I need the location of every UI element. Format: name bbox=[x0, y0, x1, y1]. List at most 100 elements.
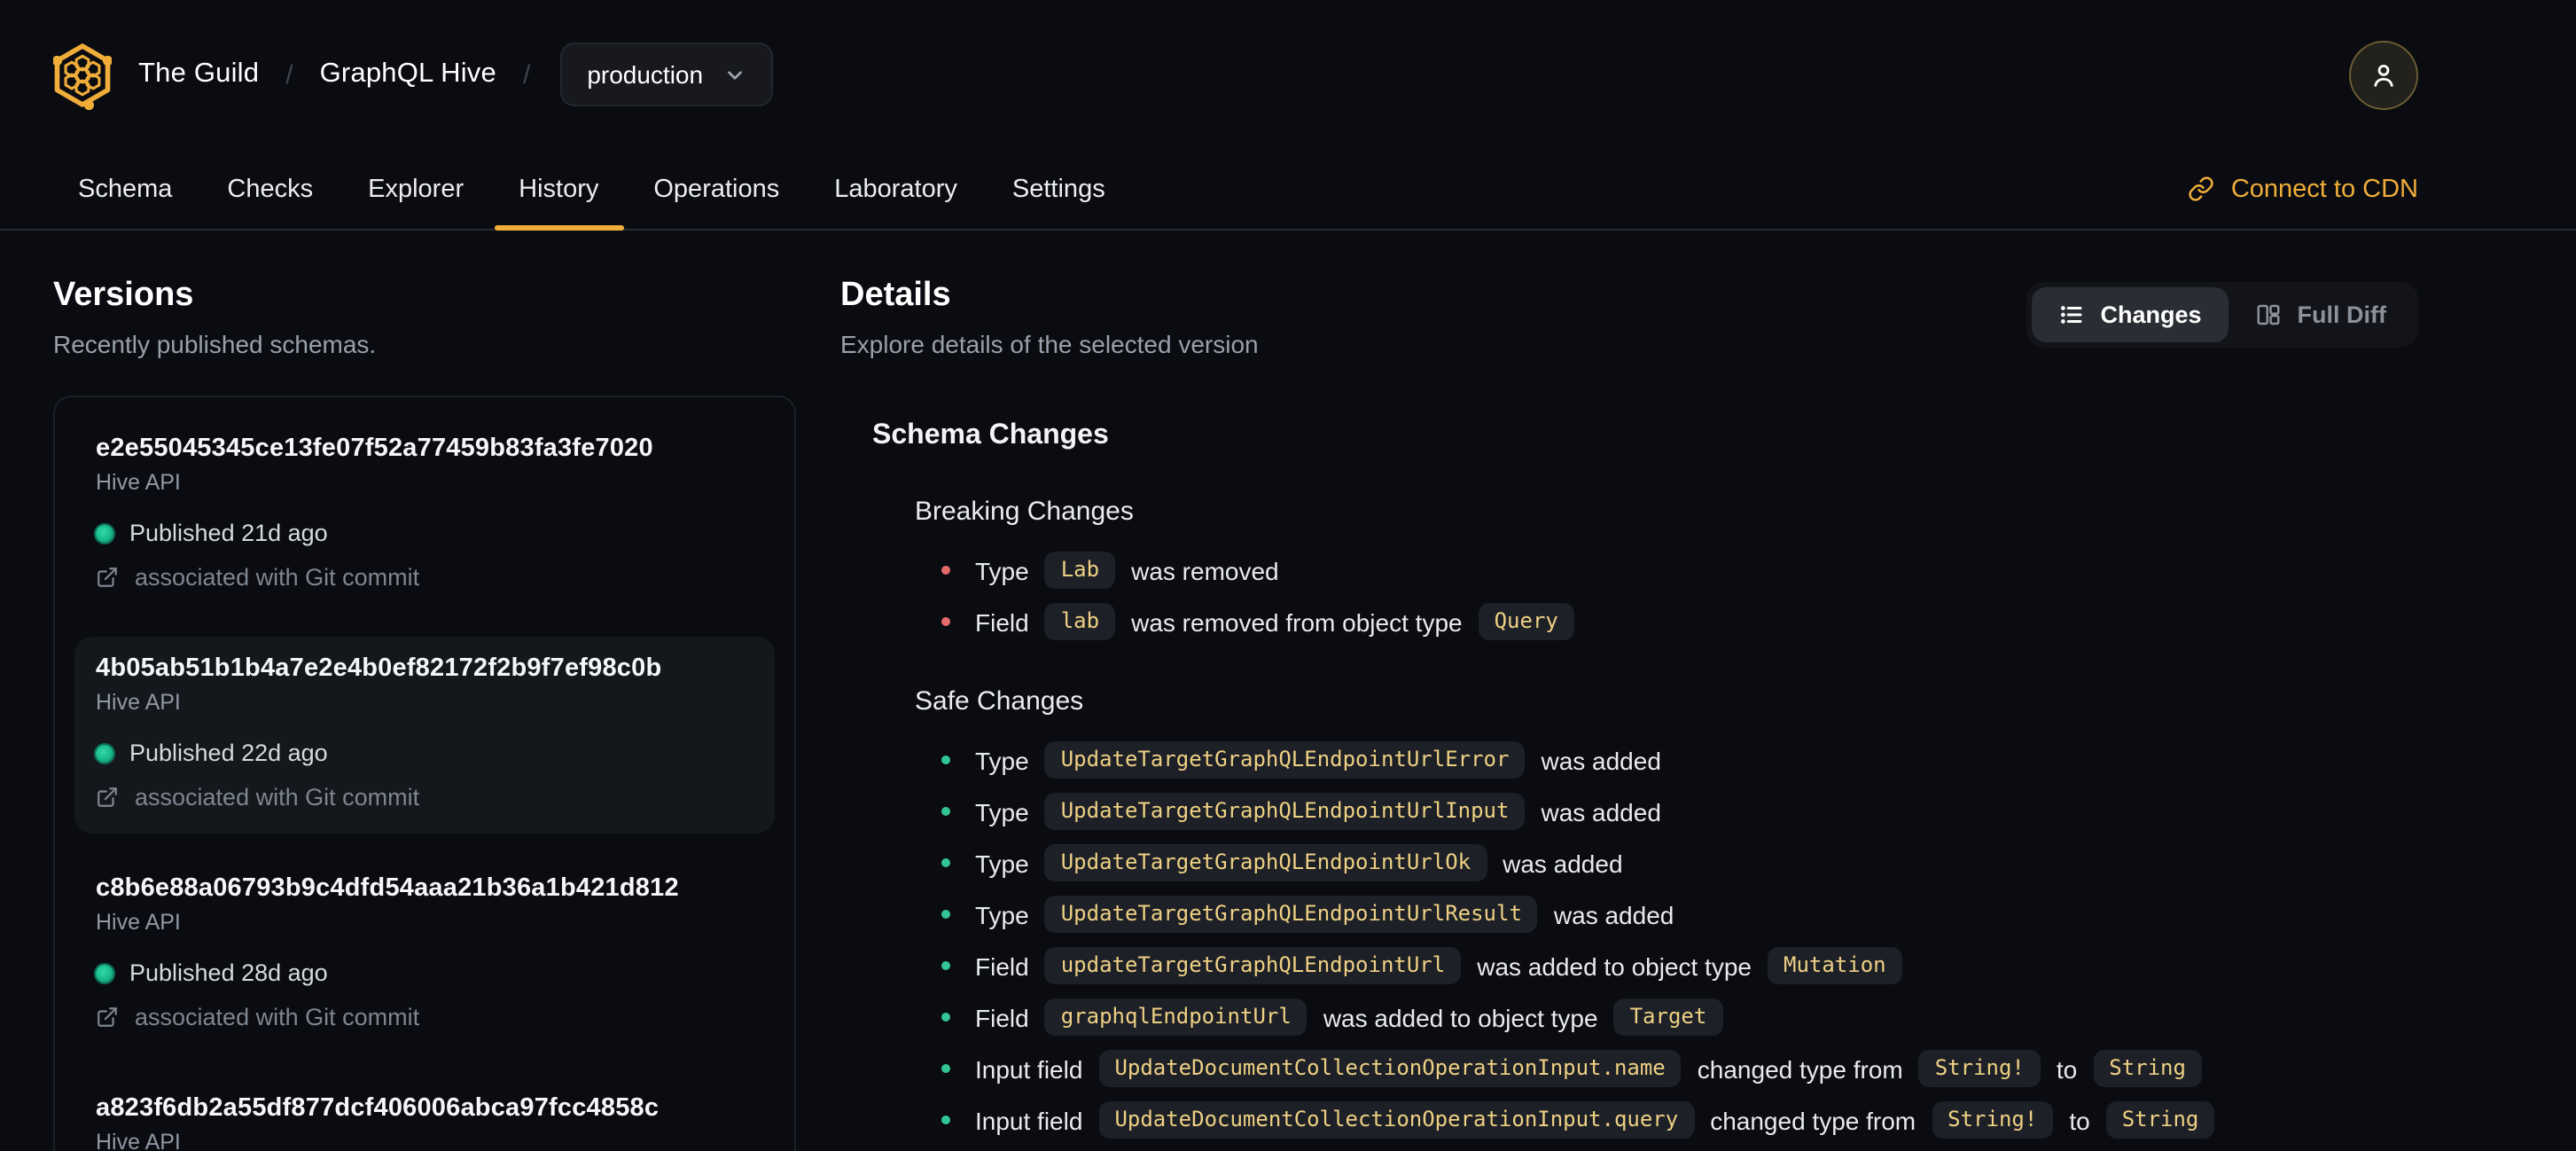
code-chip: updateTargetGraphQLEndpointUrl bbox=[1044, 947, 1462, 984]
tab-explorer[interactable]: Explorer bbox=[343, 149, 488, 229]
avatar[interactable] bbox=[2349, 40, 2418, 109]
change-text: was removed from object type bbox=[1131, 607, 1463, 636]
code-chip: String bbox=[2093, 1050, 2202, 1087]
published-label: Published 28d ago bbox=[129, 959, 328, 986]
changes-view-button[interactable]: Changes bbox=[2031, 287, 2229, 342]
change-text: was added bbox=[1503, 849, 1623, 877]
change-text: Type bbox=[975, 746, 1029, 774]
version-item[interactable]: e2e55045345ce13fe07f52a77459b83fa3fe7020… bbox=[74, 417, 775, 614]
breaking-changes-list: Type Lab was removed Field lab was removed fr… bbox=[915, 550, 2418, 642]
list-icon bbox=[2057, 301, 2084, 328]
external-link-icon bbox=[96, 1006, 119, 1029]
main-content: Versions Recently published schemas. e2e… bbox=[0, 231, 2576, 1151]
change-text: was added to object type bbox=[1477, 951, 1752, 980]
change-item: Type UpdateTargetGraphQLEndpointUrlResult… bbox=[915, 894, 2418, 935]
tab-schema[interactable]: Schema bbox=[53, 149, 197, 229]
breadcrumb-org[interactable]: The Guild bbox=[138, 59, 259, 90]
details-panel: Details Explore details of the selected … bbox=[796, 231, 2576, 1151]
breadcrumb-separator: / bbox=[522, 59, 531, 90]
change-text: changed type from bbox=[1710, 1106, 1916, 1134]
bullet-dot bbox=[941, 961, 950, 970]
app-window: The Guild / GraphQL Hive / production Sc… bbox=[0, 0, 2576, 1151]
target-selector-dropdown[interactable]: production bbox=[560, 43, 773, 106]
external-link-icon bbox=[96, 566, 119, 589]
full-diff-view-button[interactable]: Full Diff bbox=[2229, 287, 2414, 342]
safe-changes-title: Safe Changes bbox=[915, 686, 1084, 716]
version-item-selected[interactable]: 4b05ab51b1b4a7e2e4b0ef82172f2b9f7ef98c0b… bbox=[74, 637, 775, 834]
git-commit-link[interactable]: associated with Git commit bbox=[96, 1004, 753, 1030]
git-commit-label: associated with Git commit bbox=[135, 784, 420, 810]
tab-operations[interactable]: Operations bbox=[628, 149, 804, 229]
target-selector-value: production bbox=[587, 60, 704, 89]
breadcrumb-project[interactable]: GraphQL Hive bbox=[320, 59, 496, 90]
code-chip: String! bbox=[1932, 1101, 2054, 1139]
change-text: was added bbox=[1541, 797, 1661, 826]
version-status: Published 22d ago bbox=[96, 740, 753, 766]
git-commit-link[interactable]: associated with Git commit bbox=[96, 784, 753, 810]
change-text: Field bbox=[975, 1003, 1029, 1031]
code-chip: UpdateTargetGraphQLEndpointUrlError bbox=[1044, 741, 1526, 779]
bullet-dot bbox=[941, 910, 950, 919]
change-text: to bbox=[2056, 1054, 2078, 1083]
version-service: Hive API bbox=[96, 910, 181, 935]
code-chip: Mutation bbox=[1768, 947, 1902, 984]
code-chip: lab bbox=[1044, 603, 1116, 640]
breadcrumb: The Guild / GraphQL Hive / production bbox=[53, 38, 773, 111]
git-commit-link[interactable]: associated with Git commit bbox=[96, 564, 753, 591]
bullet-dot bbox=[941, 1013, 950, 1022]
version-item[interactable]: a823f6db2a55df877dcf406006abca97fcc4858c… bbox=[74, 1077, 775, 1151]
link-icon bbox=[2189, 176, 2215, 202]
change-item: Type Lab was removed bbox=[915, 550, 2418, 591]
change-text: Input field bbox=[975, 1106, 1083, 1134]
code-chip: String bbox=[2105, 1101, 2215, 1139]
bullet-dot bbox=[941, 566, 950, 575]
version-item[interactable]: c8b6e88a06793b9c4dfd54aaa21b36a1b421d812… bbox=[74, 857, 775, 1053]
code-chip: UpdateTargetGraphQLEndpointUrlResult bbox=[1044, 896, 1538, 933]
published-status-dot bbox=[96, 524, 113, 542]
hive-logo-icon[interactable] bbox=[53, 38, 112, 111]
view-toggle: Changes Full Diff bbox=[2026, 282, 2418, 348]
published-label: Published 21d ago bbox=[129, 520, 328, 546]
connect-cdn-link[interactable]: Connect to CDN bbox=[2189, 175, 2418, 203]
safe-changes-list: Type UpdateTargetGraphQLEndpointUrlError w… bbox=[915, 740, 2418, 1140]
versions-list: e2e55045345ce13fe07f52a77459b83fa3fe7020… bbox=[53, 395, 796, 1151]
change-text: Field bbox=[975, 951, 1029, 980]
tab-checks[interactable]: Checks bbox=[202, 149, 338, 229]
tab-settings[interactable]: Settings bbox=[987, 149, 1130, 229]
tab-bar: Schema Checks Explorer History Operation… bbox=[0, 149, 2576, 231]
bullet-dot bbox=[941, 807, 950, 816]
change-text: was added bbox=[1553, 900, 1674, 928]
connect-cdn-label: Connect to CDN bbox=[2230, 175, 2418, 203]
code-chip: UpdateTargetGraphQLEndpointUrlInput bbox=[1044, 793, 1526, 830]
change-item: Input field UpdateDocumentCollectionOpera… bbox=[915, 1048, 2418, 1089]
full-diff-view-label: Full Diff bbox=[2297, 301, 2387, 328]
change-item: Field lab was removed from object type Quer… bbox=[915, 601, 2418, 642]
user-icon bbox=[2369, 59, 2399, 90]
version-hash: 4b05ab51b1b4a7e2e4b0ef82172f2b9f7ef98c0b bbox=[96, 654, 662, 683]
columns-icon bbox=[2255, 301, 2282, 328]
breaking-changes-title: Breaking Changes bbox=[915, 497, 1134, 527]
tab-laboratory[interactable]: Laboratory bbox=[809, 149, 982, 229]
bullet-dot bbox=[941, 1064, 950, 1073]
git-commit-label: associated with Git commit bbox=[135, 1004, 420, 1030]
version-status: Published 28d ago bbox=[96, 959, 753, 986]
change-text: was removed bbox=[1131, 556, 1279, 584]
version-status: Published 21d ago bbox=[96, 520, 753, 546]
change-text: changed type from bbox=[1697, 1054, 1903, 1083]
code-chip: Target bbox=[1613, 998, 1723, 1036]
change-text: was added bbox=[1541, 746, 1661, 774]
breadcrumb-separator: / bbox=[285, 59, 293, 90]
change-item: Field graphqlEndpointUrl was added to obje… bbox=[915, 997, 2418, 1037]
bullet-dot bbox=[941, 858, 950, 867]
chevron-down-icon bbox=[722, 63, 745, 86]
tab-history[interactable]: History bbox=[494, 149, 624, 231]
version-service: Hive API bbox=[96, 1130, 181, 1151]
details-subtitle: Explore details of the selected version bbox=[840, 330, 1259, 358]
changes-view-label: Changes bbox=[2100, 301, 2202, 328]
change-text: Input field bbox=[975, 1054, 1083, 1083]
details-title: Details bbox=[840, 277, 951, 314]
version-service: Hive API bbox=[96, 470, 181, 495]
main-tabs: Schema Checks Explorer History Operation… bbox=[53, 149, 1130, 231]
external-link-icon bbox=[96, 786, 119, 809]
versions-title: Versions bbox=[53, 277, 194, 314]
